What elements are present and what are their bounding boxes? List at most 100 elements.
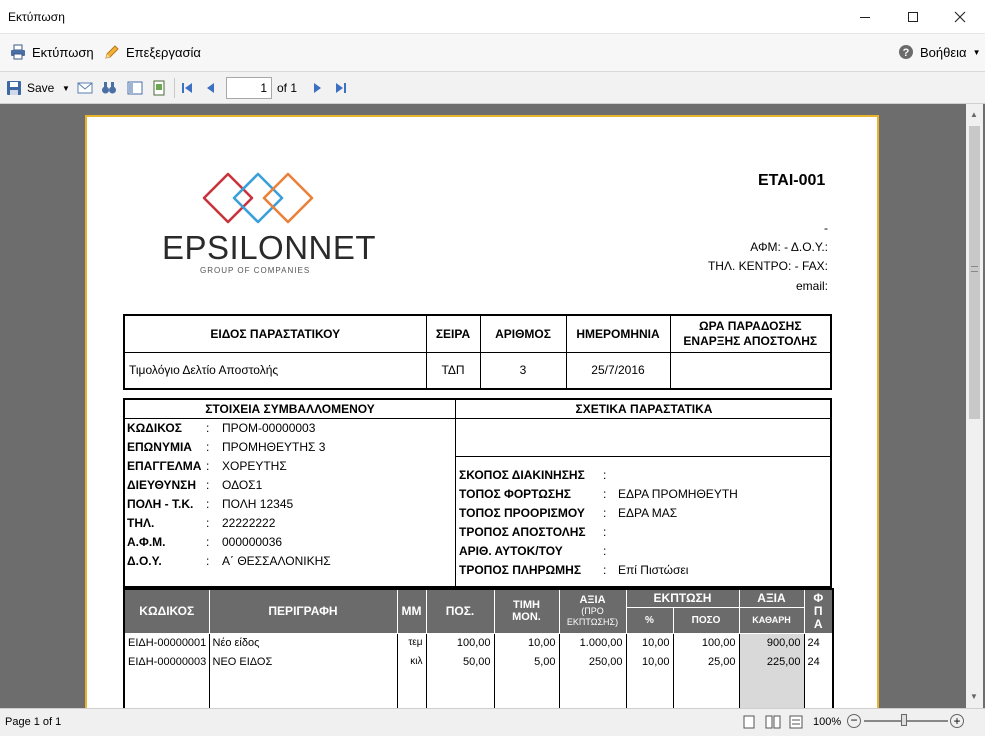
item-vat: 24 [803,633,834,652]
previous-page-icon [207,83,214,93]
party-colon: : [206,478,210,492]
related-colon: : [603,506,607,520]
last-page-icon [336,83,346,93]
vertical-scrollbar[interactable]: ▲ ▼ [966,104,983,708]
zoom-in-button[interactable]: + [950,714,964,728]
party-value: ΠΡΟΜ-00000003 [222,421,316,435]
col-description: ΠΕΡΙΓΡΑΦΗ [208,588,398,634]
item-gross-value: 250,00 [558,652,627,671]
item-code: ΕΙΔΗ-00000001 [123,633,210,652]
item-discount-amount: 100,00 [672,633,740,652]
doc-date-value: 25/7/2016 [565,351,671,390]
col-gross-value-label: ΑΞΙΑ [579,593,606,606]
party-colon: : [206,497,210,511]
maximize-button[interactable] [890,0,936,34]
email-button[interactable] [77,80,93,96]
zoom-out-button[interactable]: − [847,714,861,728]
continuous-view-icon [789,715,803,729]
next-page-icon [314,83,321,93]
two-pages-view-icon [765,715,781,729]
scroll-down-icon[interactable]: ▼ [970,692,978,701]
related-colon: : [603,468,607,482]
related-value: Επί Πιστώσει [618,563,689,577]
header-delivery-time: ΩΡΑ ΠΑΡΑΔΟΣΗΣ ΕΝΑΡΞΗΣ ΑΠΟΣΤΟΛΗΣ [669,314,832,353]
header-type: ΕΙΔΟΣ ΠΑΡΑΣΤΑΤΙΚΟΥ [123,314,427,353]
page-icon [153,80,165,96]
item-unit-price: 10,00 [493,633,560,652]
item-rows: ΕΙΔΗ-00000001 Νέο είδος τεμ 100,00 10,00 1.00… [123,633,834,711]
col-quantity: ΠΟΣ. [425,588,495,634]
minimize-button[interactable] [842,0,888,34]
sidebar-icon [127,81,143,95]
party-colon: : [206,440,210,454]
view-single-page-button[interactable] [741,715,757,732]
item-unit: κιλ [396,652,427,671]
toggle-thumbnails-button[interactable] [127,80,143,96]
item-discount-amount: 25,00 [672,652,740,671]
related-colon: : [603,544,607,558]
item-discount-pct: 10,00 [625,652,674,671]
window-title: Εκτύπωση [8,10,65,24]
col-net-value: ΑΞΙΑ [738,588,805,608]
toolbar-separator [174,78,175,98]
header-delivery-time-line1: ΩΡΑ ΠΑΡΑΔΟΣΗΣ [698,318,802,333]
table-row: ΕΙΔΗ-00000001 Νέο είδος τεμ 100,00 10,00 1.00… [123,633,834,652]
item-gross-value: 1.000,00 [558,633,627,652]
party-value: 000000036 [222,535,283,549]
scroll-up-icon[interactable]: ▲ [970,110,978,119]
party-colon: : [206,421,210,435]
col-vat: Φ Π Α [803,588,834,634]
minimize-icon [860,17,870,18]
help-menu-button[interactable]: ? Βοήθεια ▼ [898,44,980,60]
header-series: ΣΕΙΡΑ [425,314,481,353]
scrollbar-thumb[interactable] [969,126,980,419]
find-button[interactable] [101,80,117,96]
zoom-slider-thumb[interactable] [901,714,907,726]
item-unit: τεμ [396,633,427,652]
print-menu-label: Εκτύπωση [32,44,94,60]
single-page-view-icon [743,715,755,729]
company-address: - [824,221,828,235]
last-page-button[interactable] [334,80,348,96]
page-setup-button[interactable] [151,80,167,96]
edit-menu-button[interactable]: Επεξεργασία [104,44,201,60]
view-two-pages-button[interactable] [765,715,781,732]
party-colon: : [206,554,210,568]
related-label: ΑΡΙΘ. ΑΥΤΟΚ/ΤΟΥ [459,544,563,558]
party-label: ΚΩΔΙΚΟΣ [127,421,182,435]
header-number: ΑΡΙΘΜΟΣ [479,314,567,353]
party-label: ΕΠΑΓΓΕΛΜΑ [127,459,202,473]
related-colon: : [603,525,607,539]
party-label: ΤΗΛ. [127,516,155,530]
next-page-button[interactable] [310,80,324,96]
doc-delivery-time-value [669,351,832,390]
col-unit-price-line1: ΤΙΜΗ [513,599,540,612]
edit-menu-label: Επεξεργασία [126,44,201,60]
close-button[interactable] [937,0,983,34]
previous-page-button[interactable] [204,80,218,96]
floppy-disk-icon [7,81,21,95]
company-phone-info: ΤΗΛ. ΚΕΝΤΡΟ: - FAX: [707,259,828,273]
related-label: ΤΟΠΟΣ ΠΡΟΟΡΙΣΜΟΥ [459,506,585,520]
doc-type-value: Τιμολόγιο Δελτίο Αποστολής [123,351,427,390]
view-continuous-button[interactable] [788,715,804,732]
first-page-button[interactable] [180,80,194,96]
svg-text:?: ? [903,47,910,59]
first-page-icon [182,83,192,93]
party-colon: : [206,516,210,530]
company-email-info: email: [795,279,828,293]
page-number-input[interactable]: 1 [226,77,272,99]
party-label: Δ.Ο.Υ. [127,554,162,568]
col-discount-pct: % [625,606,674,634]
related-title: ΣΧΕΤΙΚΑ ΠΑΡΑΣΤΑΤΙΚΑ [575,402,713,416]
save-dropdown-icon[interactable]: ▼ [62,80,70,96]
party-label: Α.Φ.Μ. [127,535,166,549]
print-menu-button[interactable]: Εκτύπωση [10,44,94,60]
save-button[interactable]: Save [6,80,54,96]
item-code: ΕΙΔΗ-00000003 [123,652,210,671]
party-label: ΔΙΕΥΘΥΝΣΗ [127,478,197,492]
items-table: ΚΩΔΙΚΟΣ ΠΕΡΙΓΡΑΦΗ ΜΜ ΠΟΣ. ΤΙΜΗ ΜΟΝ. ΑΞΙΑ… [123,588,834,712]
related-label: ΤΡΟΠΟΣ ΑΠΟΣΤΟΛΗΣ [459,525,586,539]
item-discount-pct: 10,00 [625,633,674,652]
related-label: ΣΚΟΠΟΣ ΔΙΑΚΙΝΗΣΗΣ [459,468,585,482]
